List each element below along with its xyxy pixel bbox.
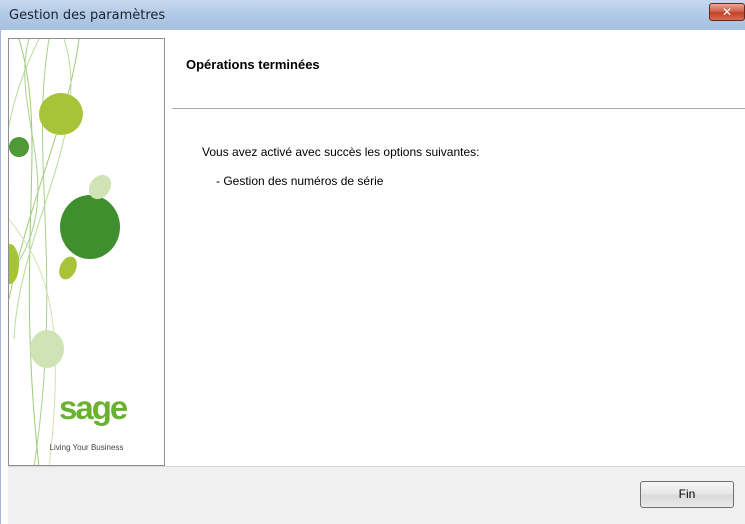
finish-button[interactable]: Fin bbox=[640, 481, 734, 508]
title-bar: Gestion des paramètres ✕ bbox=[0, 0, 745, 31]
window-title: Gestion des paramètres bbox=[9, 8, 166, 23]
header-divider bbox=[172, 108, 745, 109]
button-bar bbox=[8, 466, 745, 524]
close-button[interactable]: ✕ bbox=[709, 3, 745, 21]
side-banner: sage Living Your Business bbox=[8, 38, 165, 466]
page-title: Opérations terminées bbox=[186, 57, 320, 72]
logo-tagline: Living Your Business bbox=[49, 443, 124, 452]
close-icon: ✕ bbox=[721, 5, 733, 19]
list-item: - Gestion des numéros de série bbox=[216, 174, 384, 188]
success-message: Vous avez activé avec succès les options… bbox=[202, 145, 480, 159]
sage-logo: sage bbox=[59, 389, 128, 426]
